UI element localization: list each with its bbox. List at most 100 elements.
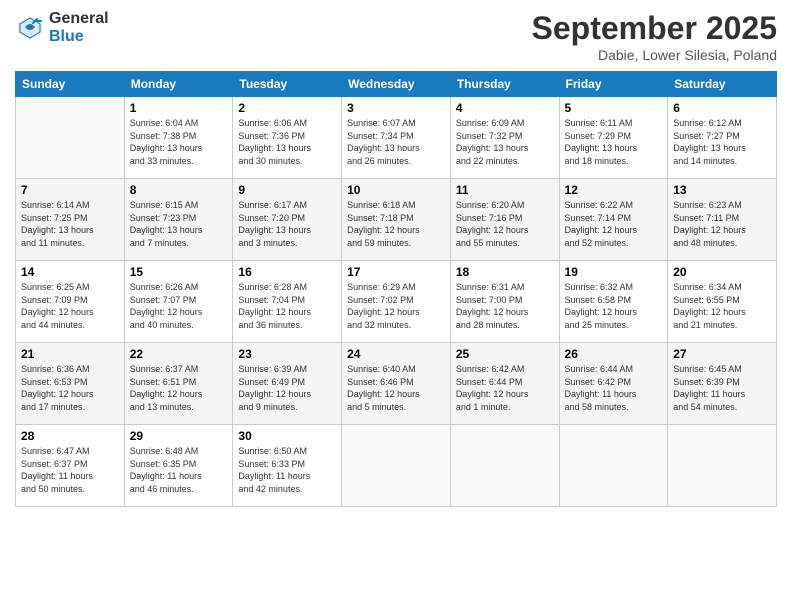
calendar-cell: 23Sunrise: 6:39 AM Sunset: 6:49 PM Dayli… [233,343,342,425]
day-info: Sunrise: 6:15 AM Sunset: 7:23 PM Dayligh… [130,199,228,249]
header-tuesday: Tuesday [233,72,342,97]
calendar-cell [342,425,451,507]
day-info: Sunrise: 6:28 AM Sunset: 7:04 PM Dayligh… [238,281,336,331]
day-number: 8 [130,183,228,197]
calendar-cell: 4Sunrise: 6:09 AM Sunset: 7:32 PM Daylig… [450,97,559,179]
day-info: Sunrise: 6:07 AM Sunset: 7:34 PM Dayligh… [347,117,445,167]
day-number: 26 [565,347,663,361]
day-number: 1 [130,101,228,115]
day-number: 21 [21,347,119,361]
day-info: Sunrise: 6:17 AM Sunset: 7:20 PM Dayligh… [238,199,336,249]
day-number: 24 [347,347,445,361]
calendar-cell: 5 Sunrise: 6:11 AM Sunset: 7:29 PM Daylig… [559,97,668,179]
day-number: 28 [21,429,119,443]
calendar-cell: 16 Sunrise: 6:28 AM Sunset: 7:04 PM Dayli… [233,261,342,343]
calendar-cell: 12 Sunrise: 6:22 AM Sunset: 7:14 PM Dayli… [559,179,668,261]
month-title: September 2025 [532,10,777,47]
calendar-cell: 7 Sunrise: 6:14 AM Sunset: 7:25 PM Daylig… [16,179,125,261]
calendar-week-row: 28 Sunrise: 6:47 AM Sunset: 6:37 PM Dayli… [16,425,777,507]
calendar-week-row: 21 Sunrise: 6:36 AM Sunset: 6:53 PM Dayli… [16,343,777,425]
calendar-table: Sunday Monday Tuesday Wednesday Thursday… [15,71,777,507]
calendar-cell: 21 Sunrise: 6:36 AM Sunset: 6:53 PM Dayli… [16,343,125,425]
day-info: Sunrise: 6:47 AM Sunset: 6:37 PM Dayligh… [21,445,119,495]
calendar-cell: 14 Sunrise: 6:25 AM Sunset: 7:09 PM Dayli… [16,261,125,343]
calendar-cell: 17 Sunrise: 6:29 AM Sunset: 7:02 PM Dayli… [342,261,451,343]
day-info: Sunrise: 6:22 AM Sunset: 7:14 PM Dayligh… [565,199,663,249]
day-number: 4 [456,101,554,115]
day-number: 19 [565,265,663,279]
logo: General Blue [15,10,109,45]
logo-general: General [49,10,109,28]
calendar-cell: 2 Sunrise: 6:06 AM Sunset: 7:36 PM Daylig… [233,97,342,179]
header-wednesday: Wednesday [342,72,451,97]
day-number: 12 [565,183,663,197]
calendar-cell: 29 Sunrise: 6:48 AM Sunset: 6:35 PM Dayli… [124,425,233,507]
page-container: General Blue September 2025 Dabie, Lower… [0,0,792,517]
calendar-cell: 10 Sunrise: 6:18 AM Sunset: 7:18 PM Dayli… [342,179,451,261]
day-info: Sunrise: 6:45 AM Sunset: 6:39 PM Dayligh… [673,363,771,413]
calendar-cell [16,97,125,179]
day-info: Sunrise: 6:44 AM Sunset: 6:42 PM Dayligh… [565,363,663,413]
calendar-cell: 3 Sunrise: 6:07 AM Sunset: 7:34 PM Daylig… [342,97,451,179]
day-number: 18 [456,265,554,279]
day-info: Sunrise: 6:18 AM Sunset: 7:18 PM Dayligh… [347,199,445,249]
day-number: 5 [565,101,663,115]
calendar-cell [559,425,668,507]
calendar-week-row: 14 Sunrise: 6:25 AM Sunset: 7:09 PM Dayli… [16,261,777,343]
calendar-cell: 25 Sunrise: 6:42 AM Sunset: 6:44 PM Dayli… [450,343,559,425]
day-number: 7 [21,183,119,197]
calendar-cell: 15Sunrise: 6:26 AM Sunset: 7:07 PM Dayli… [124,261,233,343]
day-info: Sunrise: 6:25 AM Sunset: 7:09 PM Dayligh… [21,281,119,331]
calendar-cell: 26 Sunrise: 6:44 AM Sunset: 6:42 PM Dayli… [559,343,668,425]
day-info: Sunrise: 6:50 AM Sunset: 6:33 PM Dayligh… [238,445,336,495]
day-number: 13 [673,183,771,197]
calendar-cell: 20 Sunrise: 6:34 AM Sunset: 6:55 PM Dayli… [668,261,777,343]
day-info: Sunrise: 6:36 AM Sunset: 6:53 PM Dayligh… [21,363,119,413]
day-number: 11 [456,183,554,197]
day-info: Sunrise: 6:29 AM Sunset: 7:02 PM Dayligh… [347,281,445,331]
day-number: 3 [347,101,445,115]
header-saturday: Saturday [668,72,777,97]
day-number: 29 [130,429,228,443]
calendar-cell: 30Sunrise: 6:50 AM Sunset: 6:33 PM Dayli… [233,425,342,507]
day-info: Sunrise: 6:12 AM Sunset: 7:27 PM Dayligh… [673,117,771,167]
day-number: 17 [347,265,445,279]
calendar-cell: 8 Sunrise: 6:15 AM Sunset: 7:23 PM Daylig… [124,179,233,261]
day-info: Sunrise: 6:23 AM Sunset: 7:11 PM Dayligh… [673,199,771,249]
day-info: Sunrise: 6:39 AM Sunset: 6:49 PM Dayligh… [238,363,336,413]
header-friday: Friday [559,72,668,97]
day-number: 22 [130,347,228,361]
weekday-header-row: Sunday Monday Tuesday Wednesday Thursday… [16,72,777,97]
day-info: Sunrise: 6:11 AM Sunset: 7:29 PM Dayligh… [565,117,663,167]
day-number: 20 [673,265,771,279]
day-info: Sunrise: 6:14 AM Sunset: 7:25 PM Dayligh… [21,199,119,249]
calendar-cell [668,425,777,507]
day-number: 9 [238,183,336,197]
location-subtitle: Dabie, Lower Silesia, Poland [532,47,777,63]
logo-blue: Blue [49,28,109,46]
day-number: 6 [673,101,771,115]
calendar-week-row: 1 Sunrise: 6:04 AM Sunset: 7:38 PM Daylig… [16,97,777,179]
calendar-cell: 22Sunrise: 6:37 AM Sunset: 6:51 PM Dayli… [124,343,233,425]
day-number: 10 [347,183,445,197]
day-info: Sunrise: 6:04 AM Sunset: 7:38 PM Dayligh… [130,117,228,167]
day-info: Sunrise: 6:48 AM Sunset: 6:35 PM Dayligh… [130,445,228,495]
day-info: Sunrise: 6:06 AM Sunset: 7:36 PM Dayligh… [238,117,336,167]
logo-icon [15,13,45,43]
calendar-cell [450,425,559,507]
title-block: September 2025 Dabie, Lower Silesia, Pol… [532,10,777,63]
calendar-cell: 27 Sunrise: 6:45 AM Sunset: 6:39 PM Dayli… [668,343,777,425]
header-sunday: Sunday [16,72,125,97]
logo-text: General Blue [49,10,109,45]
day-number: 25 [456,347,554,361]
day-info: Sunrise: 6:42 AM Sunset: 6:44 PM Dayligh… [456,363,554,413]
day-number: 14 [21,265,119,279]
day-number: 27 [673,347,771,361]
calendar-cell: 13 Sunrise: 6:23 AM Sunset: 7:11 PM Dayli… [668,179,777,261]
day-info: Sunrise: 6:32 AM Sunset: 6:58 PM Dayligh… [565,281,663,331]
day-info: Sunrise: 6:34 AM Sunset: 6:55 PM Dayligh… [673,281,771,331]
day-number: 16 [238,265,336,279]
day-number: 2 [238,101,336,115]
calendar-cell: 18Sunrise: 6:31 AM Sunset: 7:00 PM Dayli… [450,261,559,343]
calendar-cell: 24Sunrise: 6:40 AM Sunset: 6:46 PM Dayli… [342,343,451,425]
